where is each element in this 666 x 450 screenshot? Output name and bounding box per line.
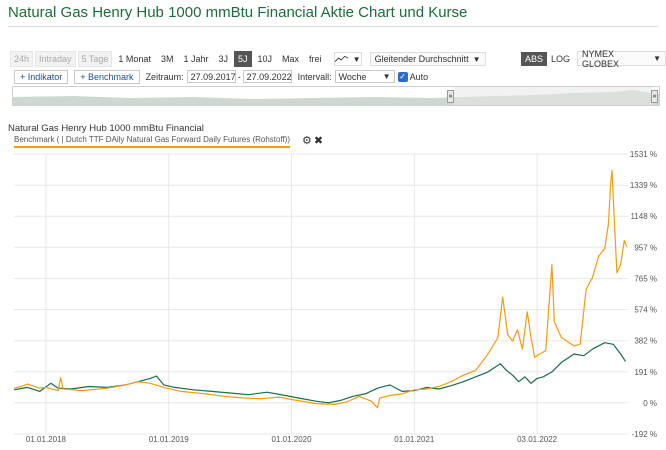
range-button-1-monat[interactable]: 1 Monat xyxy=(114,51,155,67)
x-tick-label: 01.01.2018 xyxy=(26,435,67,444)
y-tick-label: 957 % xyxy=(634,243,657,252)
x-tick-label: 01.01.2020 xyxy=(272,435,313,444)
navigator-right-handle[interactable]: ⏸ xyxy=(651,90,658,103)
range-button-max[interactable]: Max xyxy=(278,51,303,67)
period-label: Zeitraum: xyxy=(145,71,184,82)
chevron-down-icon: ▼ xyxy=(382,72,391,81)
chart-toolbar: + Indikator + Benchmark Zeitraum: 27.09.… xyxy=(14,69,431,84)
benchmark-actions: ⚙ ✖ xyxy=(302,134,323,147)
price-chart: 1531 % 1339 % 1148 % 957 % 765 % 574 % 382 % 19… xyxy=(13,150,657,444)
gear-icon[interactable]: ⚙ xyxy=(302,134,312,147)
interval-select-value: Woche xyxy=(338,71,367,82)
interval-label: Intervall: xyxy=(297,71,332,82)
page-title: Natural Gas Henry Hub 1000 mmBtu Financi… xyxy=(8,4,468,21)
range-button-5-tage[interactable]: 5 Tage xyxy=(77,51,113,67)
y-tick-label: 765 % xyxy=(634,274,657,283)
title-divider xyxy=(8,26,658,27)
add-indicator-button[interactable]: + Indikator xyxy=(14,69,69,84)
x-tick-label: 01.01.2019 xyxy=(149,435,190,444)
auto-checkbox[interactable]: ✓ xyxy=(397,71,408,82)
overlay-select[interactable]: Gleitender Durchschnitt ▼ xyxy=(369,52,486,66)
date-to-input[interactable]: 27.09.2022 xyxy=(242,70,292,83)
chevron-down-icon: ▼ xyxy=(653,54,661,63)
auto-label: Auto xyxy=(409,71,429,82)
y-tick-label: 1148 % xyxy=(630,212,657,221)
range-selector: 24h Intraday 5 Tage 1 Monat 3M 1 Jahr 3J… xyxy=(10,51,486,67)
line-chart-icon xyxy=(334,55,348,62)
range-navigator[interactable]: ⏸ ⏸ xyxy=(12,86,660,106)
x-tick-label: 01.01.2021 xyxy=(394,435,435,444)
date-separator: - xyxy=(237,71,241,82)
overlay-select-value: Gleitender Durchschnitt xyxy=(374,54,469,64)
navigator-selection xyxy=(453,87,653,105)
range-button-3m[interactable]: 3M xyxy=(157,51,178,67)
y-tick-label: 1531 % xyxy=(630,150,657,159)
x-tick-label: 03.01.2022 xyxy=(517,435,558,444)
y-tick-label: 1339 % xyxy=(630,181,657,190)
benchmark-label: Benchmark ( | Dutch TTF DAily Natural Ga… xyxy=(14,135,291,148)
y-tick-label: 0 % xyxy=(643,399,657,408)
chart-grid xyxy=(14,153,628,435)
range-button-1-jahr[interactable]: 1 Jahr xyxy=(179,51,212,67)
range-button-frei[interactable]: frei xyxy=(305,51,326,67)
y-tick-label: -192 % xyxy=(632,430,657,439)
chevron-down-icon: ▼ xyxy=(352,54,361,64)
range-button-3j[interactable]: 3J xyxy=(214,51,232,67)
log-button[interactable]: LOG xyxy=(549,52,572,66)
interval-select[interactable]: Woche ▼ xyxy=(334,70,395,83)
close-icon[interactable]: ✖ xyxy=(314,134,323,147)
range-button-24h[interactable]: 24h xyxy=(10,51,34,67)
exchange-select-value: NYMEX GLOBEX xyxy=(582,48,620,69)
y-tick-label: 574 % xyxy=(634,306,657,315)
y-axis-labels: 1531 % 1339 % 1148 % 957 % 765 % 574 % 382 % 19… xyxy=(630,150,657,439)
date-from-input[interactable]: 27.09.2017 xyxy=(186,70,236,83)
x-axis-labels: 01.01.2018 01.01.2019 01.01.2020 01.01.2021… xyxy=(26,435,558,444)
add-benchmark-button[interactable]: + Benchmark xyxy=(74,69,140,84)
y-tick-label: 191 % xyxy=(634,368,657,377)
abs-button[interactable]: ABS xyxy=(521,52,548,66)
chart-type-select[interactable]: ▼ xyxy=(333,52,362,66)
exchange-select[interactable]: NYMEX GLOBEX ▼ xyxy=(577,48,666,69)
navigator-left-handle[interactable]: ⏸ xyxy=(447,90,454,103)
range-button-10j[interactable]: 10J xyxy=(254,51,277,67)
range-button-5j[interactable]: 5J xyxy=(234,51,252,67)
chevron-down-icon: ▼ xyxy=(472,54,481,64)
y-tick-label: 382 % xyxy=(634,337,657,346)
range-button-intraday[interactable]: Intraday xyxy=(35,51,76,67)
benchmark-label-text: Benchmark ( | Dutch TTF DAily Natural Ga… xyxy=(14,135,291,144)
instrument-name: Natural Gas Henry Hub 1000 mmBtu Financi… xyxy=(8,123,204,134)
